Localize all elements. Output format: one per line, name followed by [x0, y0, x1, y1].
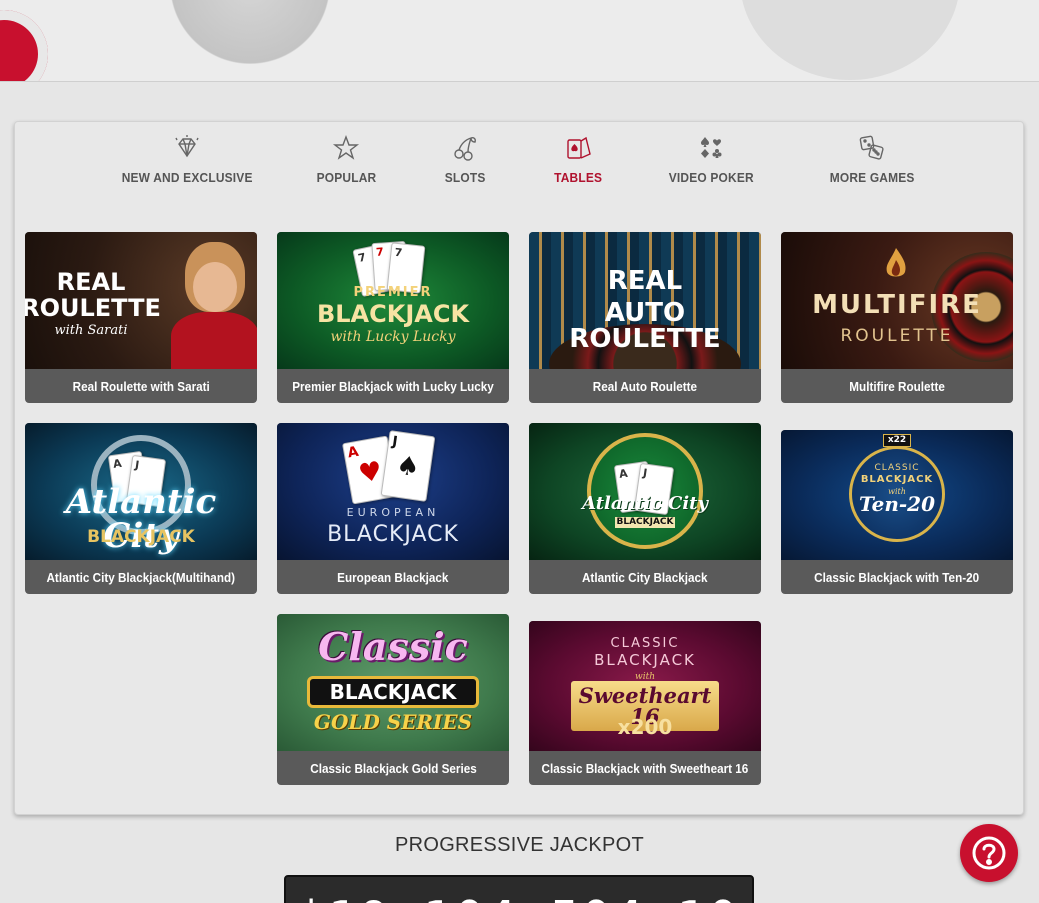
playing-cards-icon [567, 136, 591, 159]
jackpot-amount: $19,104,504.10 [286, 891, 752, 903]
game-artwork: A J Atlantic City BLACKJACK [25, 423, 257, 560]
nav-tab-slots[interactable]: SLOTS [440, 134, 490, 192]
star-icon [332, 135, 360, 160]
game-title: Atlantic City Blackjack [582, 569, 708, 585]
nav-tab-new-and-exclusive[interactable]: NEW AND EXCLUSIVE [122, 134, 252, 192]
nav-tab-video-poker[interactable]: VIDEO POKER [668, 134, 754, 192]
nav-tab-tables[interactable]: TABLES [551, 134, 605, 192]
jackpot-title: PROGRESSIVE JACKPOT [394, 834, 645, 856]
question-mark-icon [972, 836, 1006, 870]
game-artwork: REAL ROULETTE with Sarati [25, 232, 257, 369]
nav-tab-label: TABLES [553, 170, 603, 185]
game-artwork: Classic BLACKJACK GOLD SERIES [277, 614, 509, 751]
game-title: Real Roulette with Sarati [72, 378, 210, 394]
game-title: Atlantic City Blackjack(Multihand) [46, 569, 236, 585]
game-tile-multifire-roulette[interactable]: MULTIFIRE ROULETTE Multifire Roulette [781, 232, 1013, 403]
game-artwork: MULTIFIRE ROULETTE [781, 232, 1013, 369]
game-artwork: x22 CLASSIC BLACKJACK with Ten-20 [781, 430, 1013, 560]
nav-tab-popular[interactable]: POPULAR [311, 134, 381, 192]
decorative-circle [740, 0, 960, 80]
nav-tab-label: NEW AND EXCLUSIVE [121, 170, 253, 185]
game-tile-premier-blackjack-lucky-lucky[interactable]: 7 7 7 PREMIER BLACKJACK with Lucky Lucky… [277, 232, 509, 403]
game-artwork: CLASSIC BLACKJACK with Sweetheart 16 x20… [529, 621, 761, 751]
card-suits-icon [701, 137, 722, 158]
game-title: Classic Blackjack Gold Series [309, 760, 477, 776]
game-artwork: REAL AUTO ROULETTE [529, 232, 761, 369]
jackpot-counter: $19,104,504.10 [284, 875, 754, 903]
game-tile-european-blackjack[interactable]: A ♥ J ♠ EUROPEAN BLACKJACK European Blackj… [277, 423, 509, 594]
game-tile-atlantic-city-blackjack-multihand[interactable]: A J Atlantic City BLACKJACK Atlantic Cit… [25, 423, 257, 594]
game-tile-atlantic-city-blackjack[interactable]: A J Atlantic City BLACKJACK Atlantic Cit… [529, 423, 761, 594]
game-tile-real-auto-roulette[interactable]: REAL AUTO ROULETTE Real Auto Roulette [529, 232, 761, 403]
game-title: Classic Blackjack with Ten-20 [814, 569, 980, 585]
game-title: Real Auto Roulette [592, 378, 698, 394]
game-artwork: A J Atlantic City BLACKJACK [529, 423, 761, 560]
game-title: Premier Blackjack with Lucky Lucky [292, 378, 494, 394]
cherries-icon [454, 137, 476, 161]
game-tile-classic-blackjack-sweetheart-16[interactable]: CLASSIC BLACKJACK with Sweetheart 16 x20… [529, 621, 761, 785]
game-tile-real-roulette-with-sarati[interactable]: REAL ROULETTE with Sarati Real Roulette … [25, 232, 257, 403]
games-panel: NEW AND EXCLUSIVE POPULAR SLOTS TABLES V… [14, 121, 1024, 815]
help-button[interactable] [960, 824, 1018, 882]
game-title: Multifire Roulette [849, 378, 945, 394]
game-title: European Blackjack [337, 569, 449, 585]
game-artwork: A ♥ J ♠ EUROPEAN BLACKJACK [277, 423, 509, 560]
category-nav: NEW AND EXCLUSIVE POPULAR SLOTS TABLES V… [15, 134, 1023, 194]
game-tile-classic-blackjack-gold-series[interactable]: Classic BLACKJACK GOLD SERIES Classic Bl… [277, 614, 509, 785]
nav-tab-label: VIDEO POKER [668, 170, 754, 185]
nav-tab-label: SLOTS [444, 170, 486, 185]
casino-chip-graphic [0, 10, 48, 81]
dice-icon [859, 135, 884, 160]
game-tile-classic-blackjack-ten-20[interactable]: x22 CLASSIC BLACKJACK with Ten-20 Classi… [781, 430, 1013, 594]
nav-tab-label: MORE GAMES [829, 170, 915, 185]
diamond-icon [175, 135, 199, 158]
nav-tab-more-games[interactable]: MORE GAMES [827, 134, 917, 192]
hero-banner [0, 0, 1039, 82]
game-title: Classic Blackjack with Sweetheart 16 [541, 760, 749, 776]
game-artwork: 7 7 7 PREMIER BLACKJACK with Lucky Lucky [277, 232, 509, 369]
diamond-graphic [160, 0, 340, 80]
nav-tab-label: POPULAR [316, 170, 376, 185]
